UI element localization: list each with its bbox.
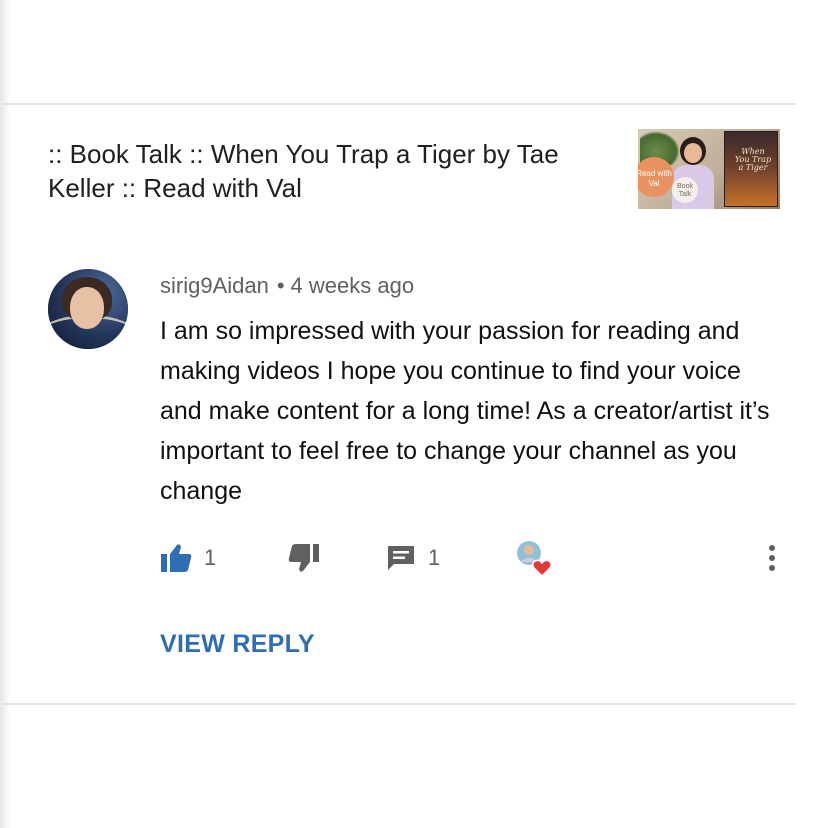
thumbnail-face	[684, 143, 702, 163]
thumbs-up-icon	[160, 543, 192, 573]
comment-page: :: Book Talk :: When You Trap a Tiger by…	[0, 0, 828, 828]
video-thumbnail[interactable]: Read with Val Book Talk When You Trap a …	[638, 129, 780, 209]
video-title[interactable]: :: Book Talk :: When You Trap a Tiger by…	[48, 137, 608, 205]
comment-header: sirig9Aidan • 4 weeks ago	[160, 272, 414, 300]
reply-button[interactable]: 1	[386, 540, 440, 576]
thumbnail-talk-badge: Book Talk	[672, 177, 698, 203]
comment-text: I am so impressed with your passion for …	[160, 317, 770, 505]
dislike-button[interactable]	[288, 540, 320, 576]
bottom-divider	[0, 703, 796, 705]
more-options-button[interactable]	[764, 540, 780, 576]
avatar-face	[70, 287, 104, 329]
thumbnail-book-cover: When You Trap a Tiger	[724, 131, 778, 207]
top-divider	[0, 103, 796, 105]
like-count: 1	[204, 545, 217, 570]
thumbs-down-icon	[288, 543, 320, 573]
header-separator: •	[276, 273, 285, 298]
reply-count: 1	[428, 545, 441, 570]
creator-heart-icon	[514, 538, 554, 578]
comment-actions: 1 1	[160, 538, 790, 578]
comment-author[interactable]: sirig9Aidan	[160, 273, 269, 298]
more-vert-icon	[764, 543, 780, 573]
thumbnail-book-title: When You Trap a Tiger	[734, 147, 772, 172]
comment-time: 4 weeks ago	[290, 273, 415, 298]
view-reply-button[interactable]: VIEW REPLY	[160, 630, 315, 659]
creator-heart	[514, 538, 554, 578]
commenter-avatar[interactable]	[48, 269, 128, 349]
like-button[interactable]: 1	[160, 540, 216, 576]
comment-icon	[386, 543, 416, 573]
